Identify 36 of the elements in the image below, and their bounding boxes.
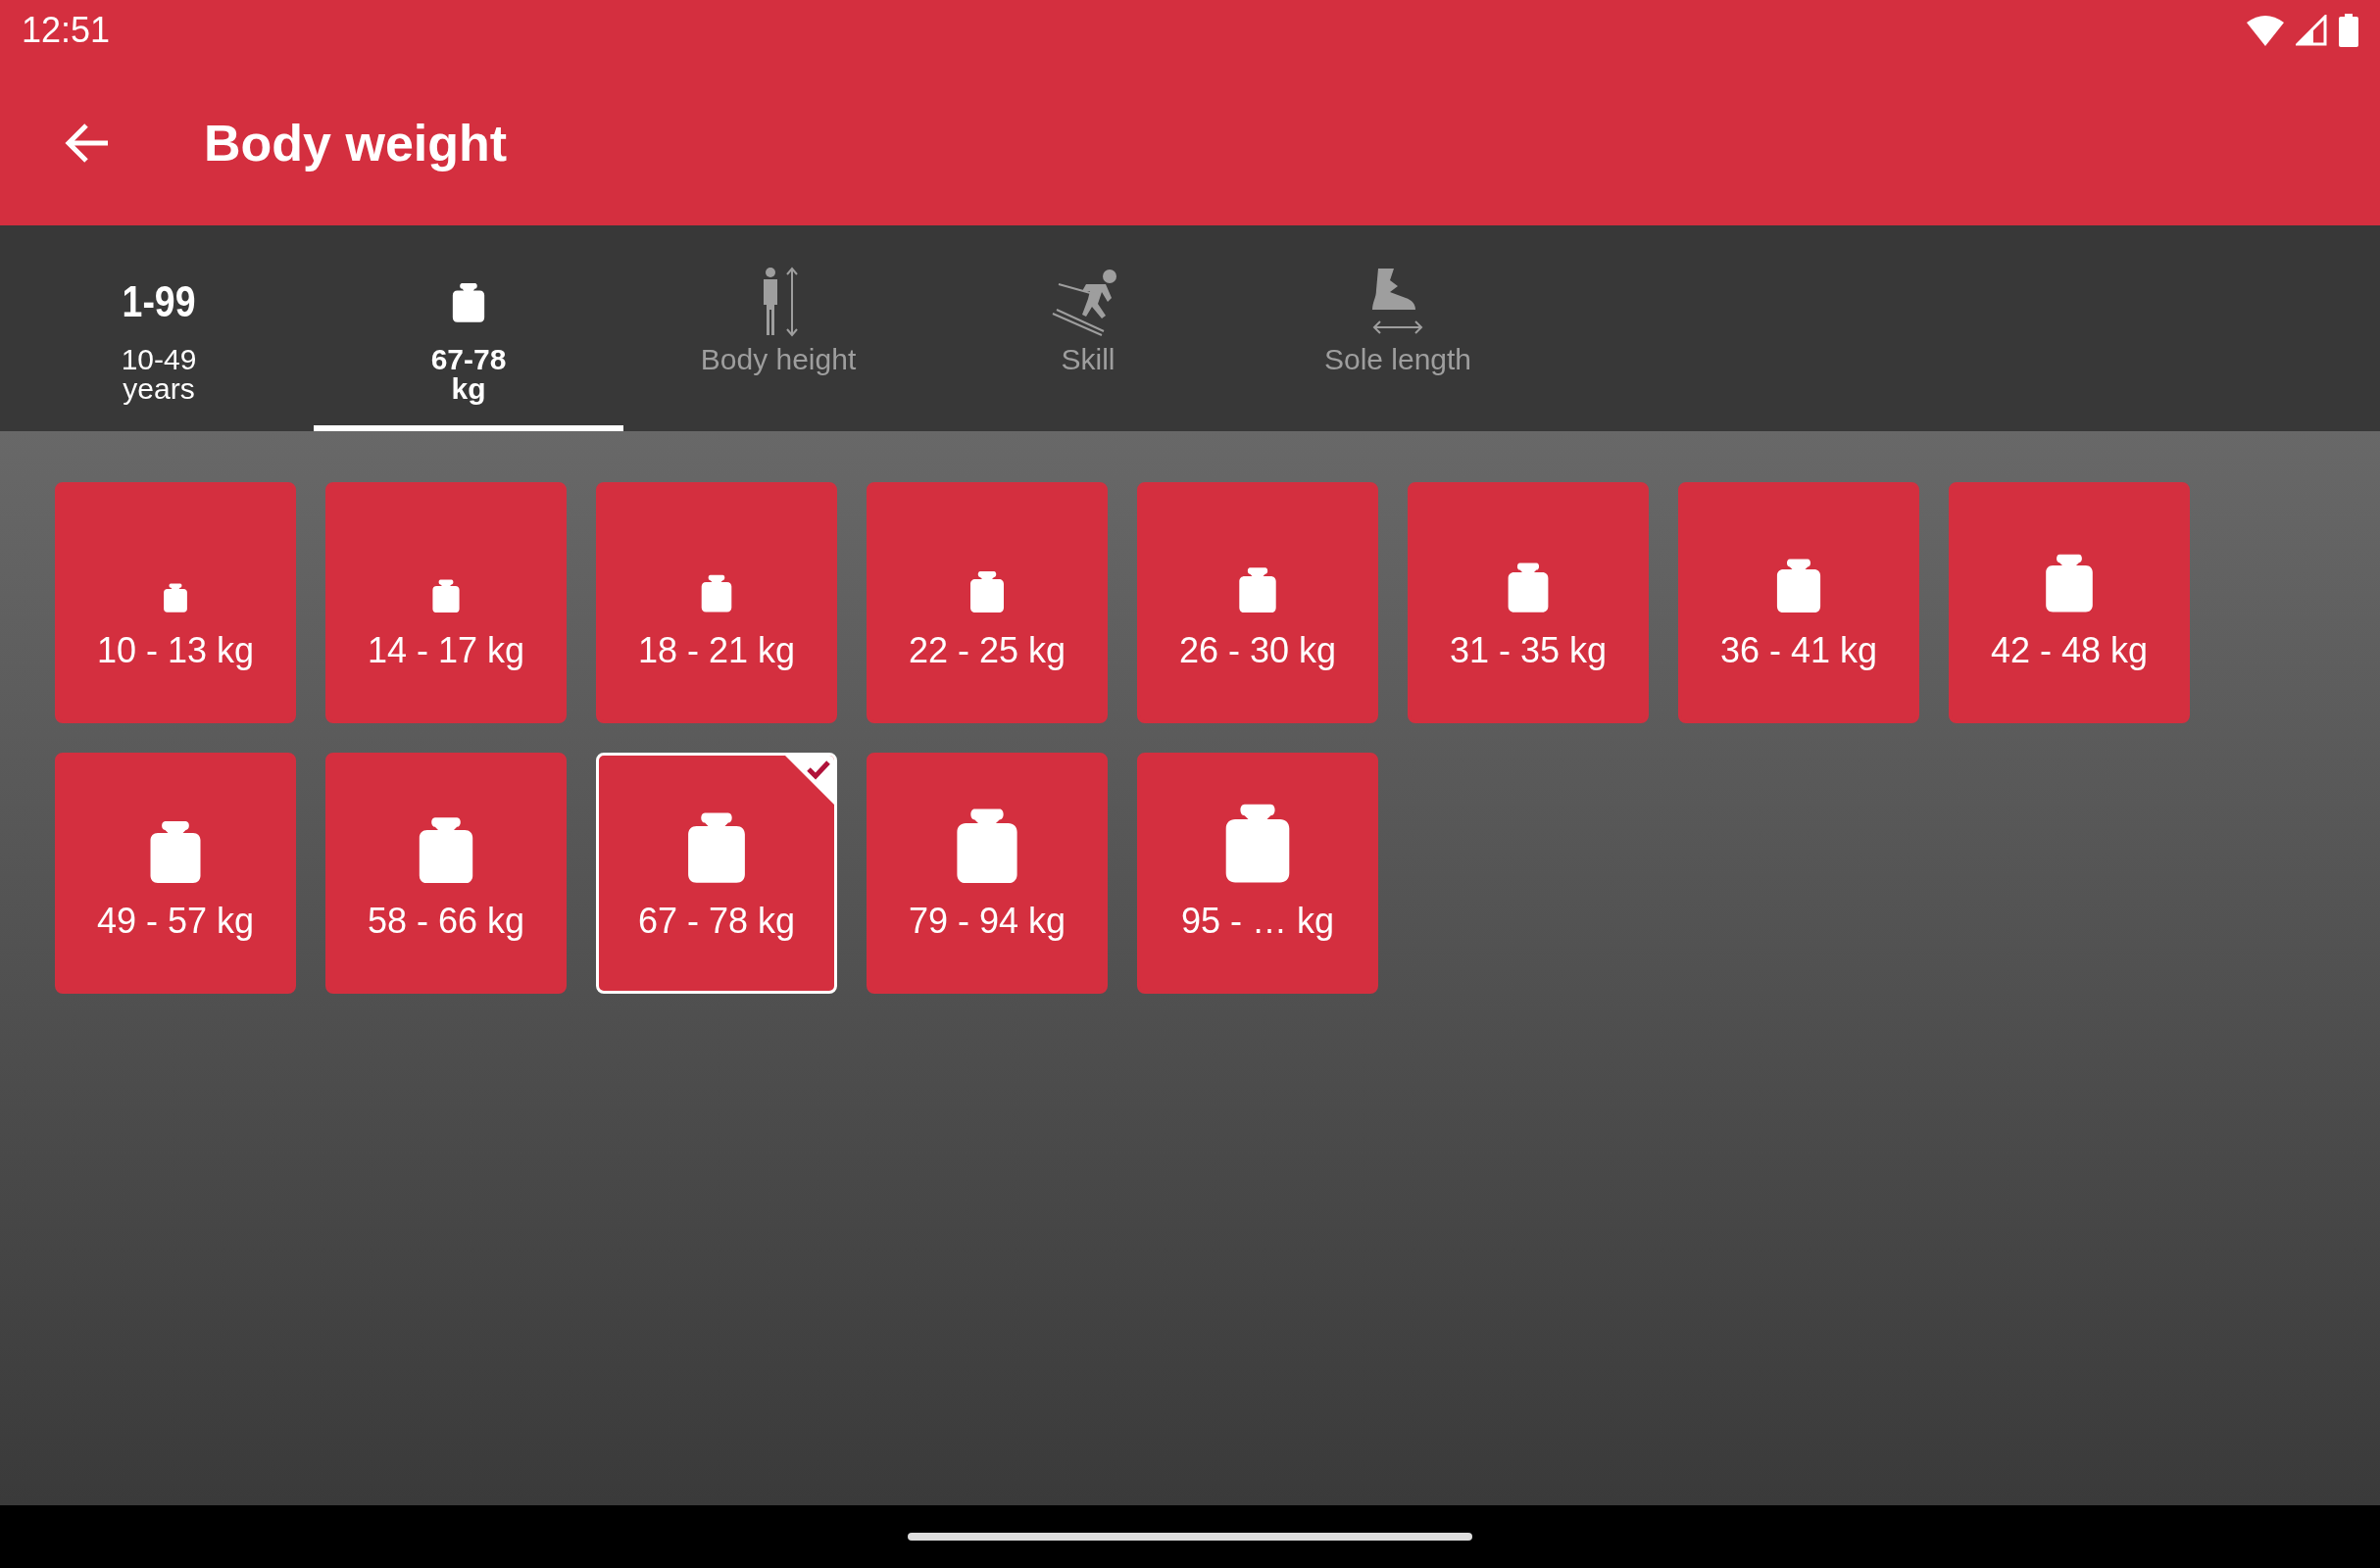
check-icon bbox=[785, 756, 834, 805]
weight-icon bbox=[699, 573, 734, 612]
weight-option[interactable]: 22 - 25 kg bbox=[867, 482, 1108, 723]
weight-option[interactable]: 18 - 21 kg bbox=[596, 482, 837, 723]
tab[interactable]: Body height bbox=[623, 225, 933, 431]
weight-option[interactable]: 14 - 17 kg bbox=[325, 482, 567, 723]
tab-label: Body height bbox=[700, 345, 857, 374]
weight-option[interactable]: 42 - 48 kg bbox=[1949, 482, 2190, 723]
screen-title: Body weight bbox=[204, 114, 508, 172]
tab-label: 67-78 kg bbox=[430, 345, 507, 404]
weight-option[interactable]: 26 - 30 kg bbox=[1137, 482, 1378, 723]
weight-option[interactable]: 31 - 35 kg bbox=[1408, 482, 1649, 723]
tab[interactable]: Sole length bbox=[1243, 225, 1553, 431]
weight-icon bbox=[450, 281, 487, 322]
weight-option[interactable]: 95 - … kg bbox=[1137, 753, 1378, 994]
weight-icon bbox=[967, 569, 1007, 612]
weight-icon bbox=[1236, 564, 1279, 612]
weight-option[interactable]: 79 - 94 kg bbox=[867, 753, 1108, 994]
weight-option[interactable]: 67 - 78 kg bbox=[596, 753, 837, 994]
weight-option[interactable]: 49 - 57 kg bbox=[55, 753, 296, 994]
tab-label: Sole length bbox=[1323, 345, 1472, 374]
weight-icon bbox=[162, 582, 189, 612]
weight-option[interactable]: 10 - 13 kg bbox=[55, 482, 296, 723]
status-time: 12:51 bbox=[22, 10, 111, 51]
weight-option[interactable]: 36 - 41 kg bbox=[1678, 482, 1919, 723]
back-button[interactable] bbox=[65, 123, 110, 163]
battery-icon bbox=[2339, 14, 2358, 47]
signal-icon bbox=[2296, 15, 2327, 46]
tab-label: Skill bbox=[1061, 345, 1116, 374]
tab[interactable]: Skill bbox=[933, 225, 1243, 431]
weight-icon bbox=[430, 577, 462, 612]
tab-label: 10-49 years bbox=[121, 345, 197, 404]
weight-option[interactable]: 58 - 66 kg bbox=[325, 753, 567, 994]
tab[interactable]: 1-99 10-49 years bbox=[4, 225, 314, 431]
wifi-icon bbox=[2247, 15, 2284, 46]
tab-value: 1-99 bbox=[122, 276, 196, 327]
